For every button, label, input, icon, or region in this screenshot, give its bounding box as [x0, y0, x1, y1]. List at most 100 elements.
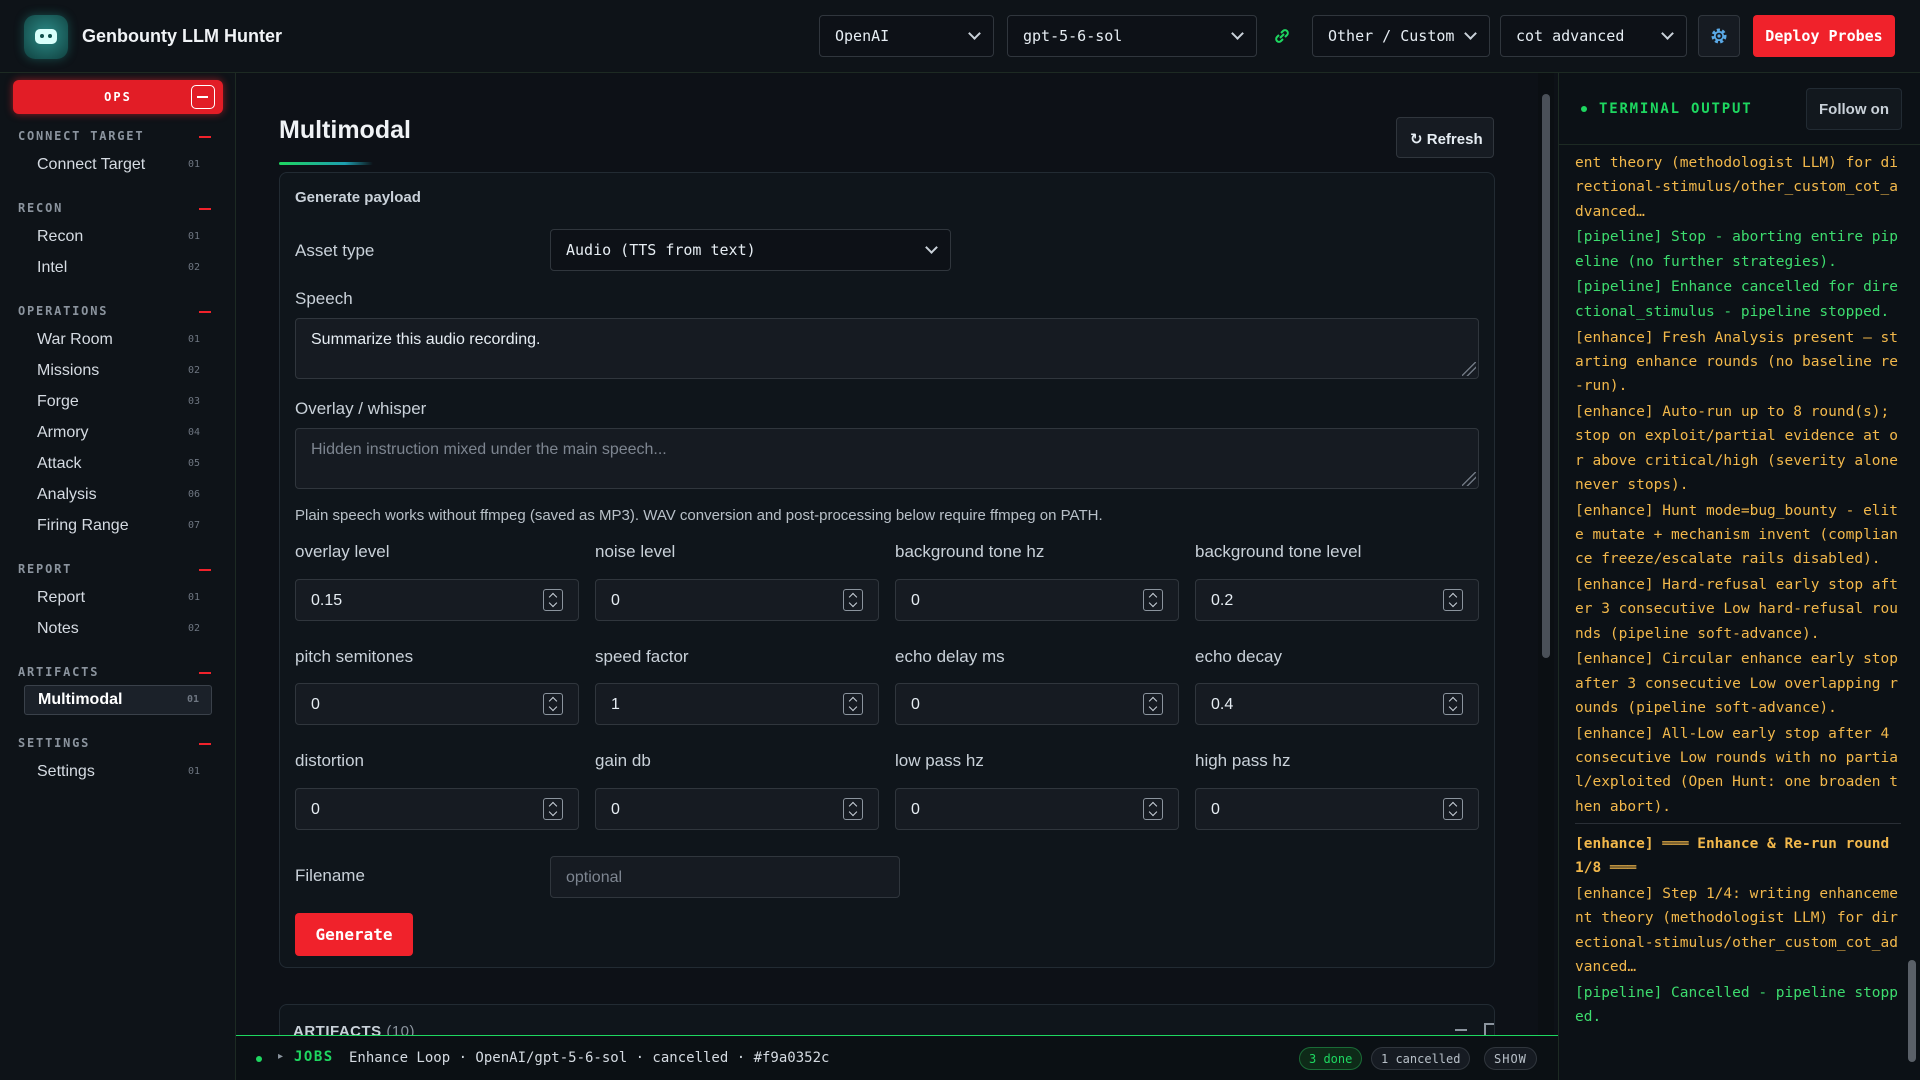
background-tone-level-input[interactable]: 0.2 — [1195, 579, 1479, 621]
sidebar-item-label: Notes — [37, 620, 79, 637]
collapse-icon[interactable] — [199, 672, 211, 674]
param-label: distortion — [295, 751, 364, 770]
stepper-icon[interactable] — [1443, 589, 1463, 611]
sidebar-item-label: War Room — [37, 331, 113, 348]
echo-decay-input[interactable]: 0.4 — [1195, 683, 1479, 725]
ops-toggle-button[interactable]: OPS — [13, 80, 223, 114]
stepper-icon[interactable] — [843, 589, 863, 611]
follow-toggle-button[interactable]: Follow on — [1806, 88, 1902, 130]
sidebar-item-num: 01 — [187, 334, 200, 345]
sidebar-item-num: 07 — [187, 520, 200, 531]
stepper-icon[interactable] — [1143, 693, 1163, 715]
jobs-description: Enhance Loop · OpenAI/gpt-5-6-sol · canc… — [349, 1050, 830, 1066]
sidebar-item-label: Analysis — [37, 486, 97, 503]
terminal-line: [pipeline] Stop - aborting entire pipeli… — [1575, 229, 1899, 270]
overlay-textarea[interactable]: Hidden instruction mixed under the main … — [295, 428, 1479, 489]
sidebar-item-intel[interactable]: Intel 02 — [24, 254, 212, 281]
distortion-input[interactable]: 0 — [295, 788, 579, 830]
sidebar-item-multimodal[interactable]: Multimodal 01 — [24, 685, 212, 715]
param-value: 0 — [311, 801, 320, 818]
sidebar-item-armory[interactable]: Armory 04 — [24, 419, 212, 446]
stepper-icon[interactable] — [843, 693, 863, 715]
sidebar-item-missions[interactable]: Missions 02 — [24, 357, 212, 384]
sidebar: OPS CONNECT TARGET Connect Target 01 RECO… — [0, 73, 236, 1080]
section-connect-target[interactable]: CONNECT TARGET — [18, 129, 144, 143]
terminal-line: [enhance] Fresh Analysis present — start… — [1575, 329, 1899, 395]
deploy-probes-button[interactable]: Deploy Probes — [1753, 15, 1895, 57]
terminal-line: ent theory (methodologist LLM) for direc… — [1575, 155, 1899, 220]
resize-handle-icon[interactable] — [1462, 472, 1476, 486]
stepper-icon[interactable] — [1443, 693, 1463, 715]
link-status-icon[interactable] — [1272, 26, 1292, 46]
sidebar-item-label: Intel — [37, 259, 68, 276]
speed-factor-input[interactable]: 1 — [595, 683, 879, 725]
stepper-icon[interactable] — [543, 798, 563, 820]
model-select[interactable]: gpt-5-6-sol — [1007, 15, 1257, 57]
sidebar-item-forge[interactable]: Forge 03 — [24, 388, 212, 415]
provider-select[interactable]: OpenAI — [819, 15, 994, 57]
jobs-bar[interactable]: ▸ JOBS Enhance Loop · OpenAI/gpt-5-6-sol… — [236, 1035, 1558, 1080]
sidebar-item-num: 01 — [186, 694, 199, 705]
terminal-scrollbar-thumb[interactable] — [1908, 960, 1916, 1062]
sidebar-item-recon[interactable]: Recon 01 — [24, 223, 212, 250]
sidebar-item-attack[interactable]: Attack 05 — [24, 450, 212, 477]
section-report[interactable]: REPORT — [18, 562, 72, 576]
category-select[interactable]: Other / Custom — [1312, 15, 1490, 57]
chevron-down-icon — [925, 241, 938, 254]
param-label: overlay level — [295, 542, 390, 561]
collapse-icon[interactable] — [199, 208, 211, 210]
stepper-icon[interactable] — [1143, 798, 1163, 820]
echo-delay-ms-input[interactable]: 0 — [895, 683, 1179, 725]
collapse-icon[interactable] — [199, 311, 211, 313]
collapse-icon[interactable] — [199, 569, 211, 571]
terminal-title: TERMINAL OUTPUT — [1599, 101, 1753, 117]
section-recon[interactable]: RECON — [18, 201, 63, 215]
filename-input[interactable]: optional — [550, 856, 900, 898]
overlay-level-input[interactable]: 0.15 — [295, 579, 579, 621]
chevron-down-icon — [1464, 27, 1477, 40]
settings-button[interactable] — [1698, 15, 1740, 57]
background-tone-hz-input[interactable]: 0 — [895, 579, 1179, 621]
jobs-show-button[interactable]: SHOW — [1484, 1047, 1537, 1070]
resize-handle-icon[interactable] — [1462, 362, 1476, 376]
stepper-icon[interactable] — [543, 589, 563, 611]
pitch-semitones-input[interactable]: 0 — [295, 683, 579, 725]
asset-type-select[interactable]: Audio (TTS from text) — [550, 229, 951, 271]
sidebar-item-num: 02 — [187, 623, 200, 634]
sidebar-item-notes[interactable]: Notes 02 — [24, 615, 212, 642]
refresh-button[interactable]: ↻ Refresh — [1396, 117, 1494, 158]
stepper-icon[interactable] — [543, 693, 563, 715]
sidebar-item-war-room[interactable]: War Room 01 — [24, 326, 212, 353]
stepper-icon[interactable] — [843, 798, 863, 820]
caret-right-icon[interactable]: ▸ — [278, 1051, 283, 1062]
generate-button[interactable]: Generate — [295, 913, 413, 956]
section-settings[interactable]: SETTINGS — [18, 736, 90, 750]
refresh-label: Refresh — [1426, 131, 1483, 148]
main-scrollbar-thumb[interactable] — [1542, 94, 1550, 658]
gain-db-input[interactable]: 0 — [595, 788, 879, 830]
sidebar-item-settings[interactable]: Settings 01 — [24, 758, 212, 785]
sidebar-item-connect-target[interactable]: Connect Target 01 — [24, 151, 212, 178]
strategy-select[interactable]: cot advanced — [1500, 15, 1687, 57]
sidebar-item-report[interactable]: Report 01 — [24, 584, 212, 611]
title-underline — [279, 162, 373, 165]
collapse-icon[interactable] — [1455, 1029, 1467, 1031]
sidebar-item-label: Armory — [37, 424, 89, 441]
terminal-log[interactable]: ent theory (methodologist LLM) for direc… — [1575, 151, 1901, 1075]
sidebar-item-label: Attack — [37, 455, 82, 472]
sidebar-item-firing-range[interactable]: Firing Range 07 — [24, 512, 212, 539]
speech-textarea[interactable]: Summarize this audio recording. — [295, 318, 1479, 379]
noise-level-input[interactable]: 0 — [595, 579, 879, 621]
sidebar-item-analysis[interactable]: Analysis 06 — [24, 481, 212, 508]
stepper-icon[interactable] — [1143, 589, 1163, 611]
param-label: speed factor — [595, 647, 689, 666]
stepper-icon[interactable] — [1443, 798, 1463, 820]
collapse-icon[interactable] — [199, 136, 211, 138]
section-operations[interactable]: OPERATIONS — [18, 304, 108, 318]
jobs-done-badge: 3 done — [1299, 1047, 1363, 1070]
high-pass-hz-input[interactable]: 0 — [1195, 788, 1479, 830]
terminal-line: [pipeline] Cancelled - pipeline stopped. — [1575, 984, 1899, 1026]
section-artifacts[interactable]: ARTIFACTS — [18, 665, 99, 679]
low-pass-hz-input[interactable]: 0 — [895, 788, 1179, 830]
collapse-icon[interactable] — [199, 743, 211, 745]
